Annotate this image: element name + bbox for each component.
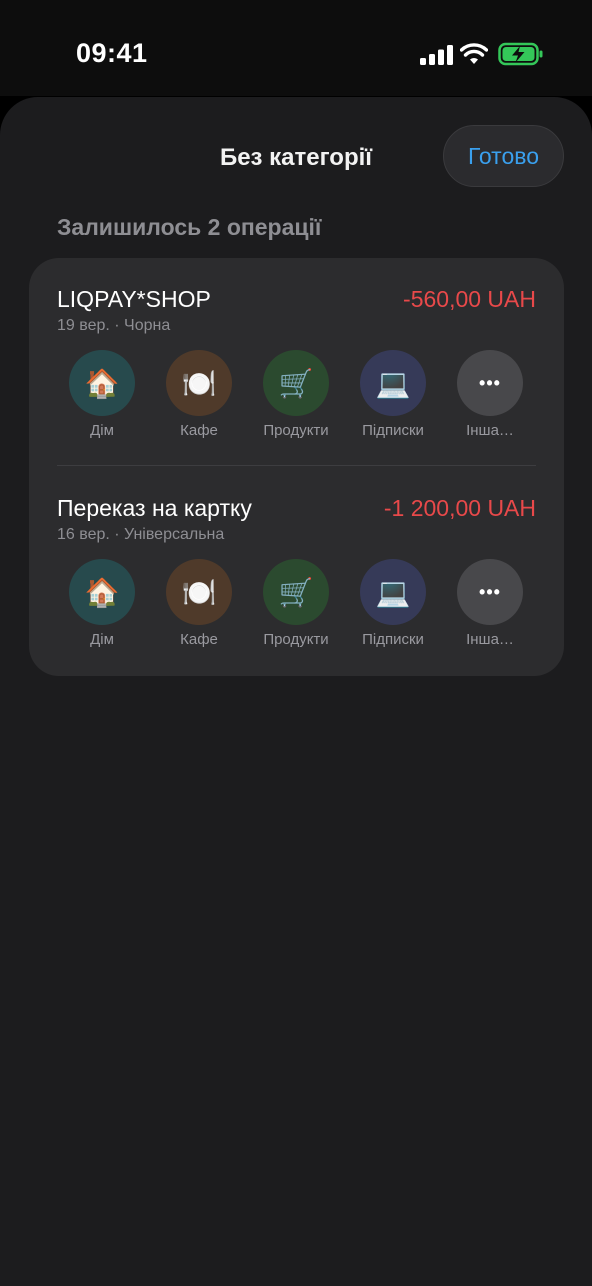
status-time: 09:41 [76,38,148,68]
transaction-amount: -1 200,00 UAH [383,495,536,521]
category-label: Продукти [263,631,329,648]
category-label: Підписки [362,422,424,439]
category-button-subscriptions[interactable]: 💻 Підписки [348,350,438,439]
wifi-icon [460,43,488,64]
category-label: Інша… [466,422,514,439]
category-button-groceries[interactable]: 🛒 Продукти [251,559,341,648]
category-button-groceries[interactable]: 🛒 Продукти [251,350,341,439]
category-button-other[interactable]: ••• Інша… [445,350,535,439]
category-button-other[interactable]: ••• Інша… [445,559,535,648]
category-button-cafe[interactable]: 🍽️ Кафе [154,559,244,648]
transaction-name: Переказ на картку [57,495,252,521]
laptop-icon: 💻 [360,350,426,416]
category-button-home[interactable]: 🏠 Дім [57,559,147,648]
house-icon: 🏠 [69,350,135,416]
category-label: Інша… [466,631,514,648]
cart-icon: 🛒 [263,559,329,625]
remaining-count-label: Залишилось 2 операції [57,214,322,240]
category-button-cafe[interactable]: 🍽️ Кафе [154,350,244,439]
category-label: Кафе [180,422,218,439]
cart-icon: 🛒 [263,350,329,416]
more-icon: ••• [457,350,523,416]
transactions-card: LIQPAY*SHOP -560,00 UAH 19 вер. · Чорна … [29,258,564,676]
category-button-home[interactable]: 🏠 Дім [57,350,147,439]
category-label: Дім [90,631,114,648]
done-button[interactable]: Готово [443,125,564,187]
status-bar: 09:41 [0,0,592,96]
category-label: Дім [90,422,114,439]
category-label: Продукти [263,422,329,439]
category-label: Кафе [180,631,218,648]
laptop-icon: 💻 [360,559,426,625]
divider [57,465,536,466]
cellular-signal-icon [420,45,453,65]
plate-icon: 🍽️ [166,350,232,416]
more-icon: ••• [457,559,523,625]
category-button-subscriptions[interactable]: 💻 Підписки [348,559,438,648]
transaction-meta: 19 вер. · Чорна [57,317,171,334]
transaction-amount: -560,00 UAH [403,286,536,312]
category-label: Підписки [362,631,424,648]
transaction-name: LIQPAY*SHOP [57,286,211,312]
battery-charging-icon [498,42,543,66]
transaction-meta: 16 вер. · Універсальна [57,526,225,543]
house-icon: 🏠 [69,559,135,625]
plate-icon: 🍽️ [166,559,232,625]
